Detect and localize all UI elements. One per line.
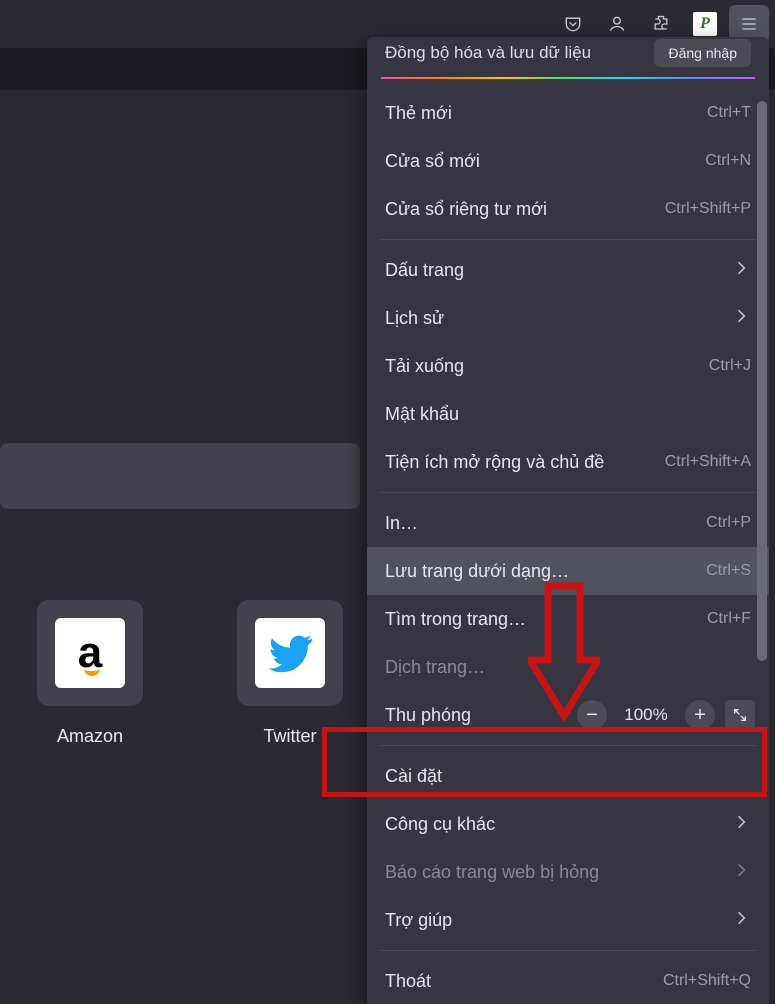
menu-item-label: Cửa sổ mới <box>385 151 480 172</box>
menu-item-label: Tìm trong trang… <box>385 609 526 630</box>
menu-item-label: Dịch trang… <box>385 657 485 678</box>
twitter-icon <box>255 618 325 688</box>
tile-label: Twitter <box>230 726 350 747</box>
menu-item-report-broken-site: Báo cáo trang web bị hỏng <box>367 848 769 896</box>
menu-item-passwords[interactable]: Mật khẩu <box>367 390 769 438</box>
menu-item-translate-page: Dịch trang… <box>367 643 769 691</box>
menu-item-label: In… <box>385 513 418 534</box>
shortcut: Ctrl+S <box>706 562 751 580</box>
menu-separator <box>381 239 755 240</box>
menu-item-extensions-themes[interactable]: Tiện ích mở rộng và chủ đề Ctrl+Shift+A <box>367 438 769 486</box>
top-sites: a Amazon Twitter <box>30 600 350 747</box>
sync-label: Đồng bộ hóa và lưu dữ liệu <box>385 43 591 63</box>
zoom-out-button[interactable]: − <box>577 700 607 730</box>
menu-item-quit[interactable]: Thoát Ctrl+Shift+Q <box>367 957 769 1004</box>
menu-item-label: Cửa sổ riêng tư mới <box>385 199 547 220</box>
amazon-icon: a <box>78 628 102 678</box>
menu-item-settings[interactable]: Cài đặt <box>367 752 769 800</box>
menu-item-label: Công cụ khác <box>385 814 495 835</box>
menu-item-new-private-window[interactable]: Cửa sổ riêng tư mới Ctrl+Shift+P <box>367 185 769 233</box>
sync-signin-button[interactable]: Đăng nhập <box>654 39 751 67</box>
chevron-right-icon <box>731 860 751 885</box>
extension-badge-letter: P <box>693 12 717 36</box>
menu-item-label: Thoát <box>385 971 431 992</box>
menu-sync-row[interactable]: Đồng bộ hóa và lưu dữ liệu Đăng nhập <box>367 37 769 77</box>
menu-separator <box>381 745 755 746</box>
chevron-right-icon <box>731 306 751 331</box>
app-menu: Đồng bộ hóa và lưu dữ liệu Đăng nhập Thẻ… <box>367 37 769 1004</box>
tile-twitter[interactable]: Twitter <box>230 600 350 747</box>
menu-item-label: Trợ giúp <box>385 910 452 931</box>
shortcut: Ctrl+Shift+Q <box>663 972 751 990</box>
tile-label: Amazon <box>30 726 150 747</box>
shortcut: Ctrl+T <box>707 104 751 122</box>
shortcut: Ctrl+Shift+A <box>665 453 751 471</box>
zoom-in-button[interactable]: + <box>685 700 715 730</box>
menu-item-save-page-as[interactable]: Lưu trang dưới dạng… Ctrl+S <box>367 547 769 595</box>
menu-item-label: Mật khẩu <box>385 404 459 425</box>
shortcut: Ctrl+F <box>707 610 751 628</box>
tile-amazon[interactable]: a Amazon <box>30 600 150 747</box>
menu-zoom-row: Thu phóng − 100% + <box>367 691 769 739</box>
menu-item-downloads[interactable]: Tải xuống Ctrl+J <box>367 342 769 390</box>
scrollbar-thumb[interactable] <box>757 101 767 661</box>
menu-item-history[interactable]: Lịch sử <box>367 294 769 342</box>
shortcut: Ctrl+N <box>705 152 751 170</box>
chevron-right-icon <box>731 812 751 837</box>
chevron-right-icon <box>731 908 751 933</box>
menu-item-label: Tiện ích mở rộng và chủ đề <box>385 452 604 473</box>
zoom-value: 100% <box>617 705 675 725</box>
shortcut: Ctrl+Shift+P <box>665 200 751 218</box>
menu-item-label: Cài đặt <box>385 766 442 787</box>
menu-item-new-window[interactable]: Cửa sổ mới Ctrl+N <box>367 137 769 185</box>
menu-item-new-tab[interactable]: Thẻ mới Ctrl+T <box>367 89 769 137</box>
menu-separator <box>381 492 755 493</box>
menu-separator <box>381 950 755 951</box>
zoom-label: Thu phóng <box>385 705 567 726</box>
menu-item-label: Lưu trang dưới dạng… <box>385 561 569 582</box>
menu-item-label: Dấu trang <box>385 260 464 281</box>
menu-item-print[interactable]: In… Ctrl+P <box>367 499 769 547</box>
shortcut: Ctrl+P <box>706 514 751 532</box>
menu-item-label: Thẻ mới <box>385 103 452 124</box>
fullscreen-button[interactable] <box>725 700 755 730</box>
search-bar-placeholder[interactable] <box>0 443 360 509</box>
menu-item-find-in-page[interactable]: Tìm trong trang… Ctrl+F <box>367 595 769 643</box>
shortcut: Ctrl+J <box>709 357 751 375</box>
menu-item-label: Tải xuống <box>385 356 464 377</box>
menu-scrollbar[interactable] <box>757 101 767 996</box>
menu-item-bookmarks[interactable]: Dấu trang <box>367 246 769 294</box>
menu-item-label: Báo cáo trang web bị hỏng <box>385 862 599 883</box>
menu-item-label: Lịch sử <box>385 308 444 329</box>
menu-item-help[interactable]: Trợ giúp <box>367 896 769 944</box>
menu-item-more-tools[interactable]: Công cụ khác <box>367 800 769 848</box>
chevron-right-icon <box>731 258 751 283</box>
